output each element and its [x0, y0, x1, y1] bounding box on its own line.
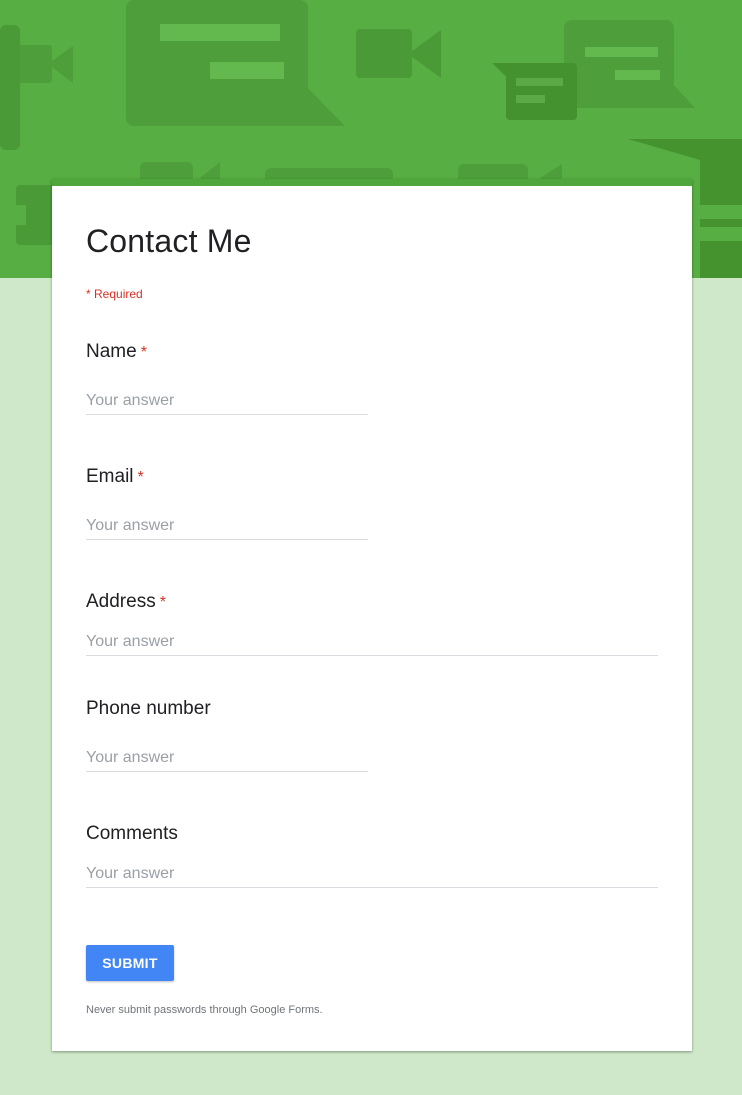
name-input[interactable] — [86, 387, 368, 415]
form-title: Contact Me — [86, 223, 252, 259]
card-accent-bar — [52, 179, 692, 186]
question-email: Email * — [86, 466, 144, 488]
required-note: * Required — [86, 287, 143, 301]
comments-input[interactable] — [86, 860, 658, 888]
question-label: Email — [86, 466, 134, 487]
question-address: Address * — [86, 591, 166, 613]
required-star: * — [140, 344, 147, 361]
question-comments: Comments — [86, 823, 178, 845]
question-name: Name * — [86, 341, 147, 363]
question-label: Phone number — [86, 698, 211, 719]
required-star: * — [137, 469, 144, 486]
question-label: Comments — [86, 823, 178, 844]
question-label: Address — [86, 591, 156, 612]
submit-button[interactable]: SUBMIT — [86, 945, 174, 981]
question-label: Name — [86, 341, 137, 362]
required-star: * — [159, 594, 166, 611]
form-card: Contact Me * Required Name* Email* Addre… — [52, 179, 692, 1051]
question-phone: Phone number — [86, 698, 211, 720]
video-icon — [356, 29, 441, 78]
email-input[interactable] — [86, 512, 368, 540]
chat-bubble-icon — [564, 20, 695, 108]
chat-bubble-icon — [492, 63, 577, 120]
phone-input[interactable] — [86, 744, 368, 772]
password-warning: Never submit passwords through Google Fo… — [86, 1004, 323, 1016]
address-input[interactable] — [86, 628, 658, 656]
